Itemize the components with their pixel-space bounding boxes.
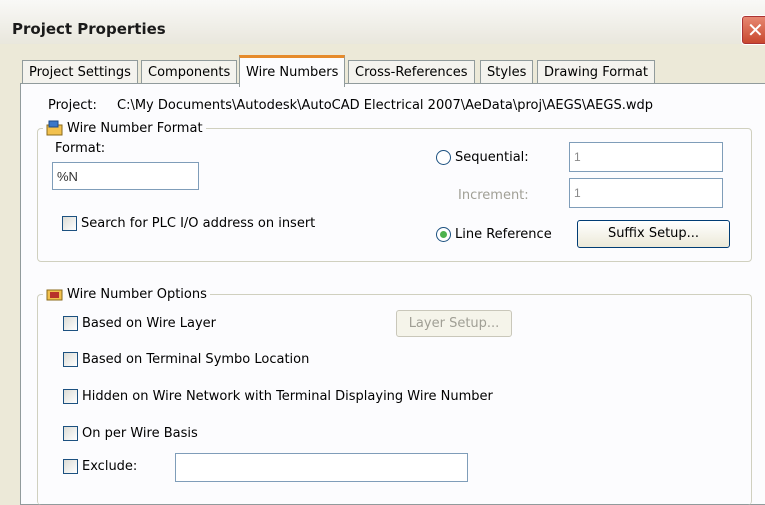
per-wire-label: On per Wire Basis (82, 426, 198, 441)
increment-label: Increment: (458, 188, 529, 203)
hidden-network-label: Hidden on Wire Network with Terminal Dis… (82, 389, 493, 404)
tab-styles[interactable]: Styles (480, 60, 534, 84)
close-icon: ✕ (747, 18, 764, 42)
suffix-setup-button[interactable]: Suffix Setup... (577, 220, 730, 248)
plc-label: Search for PLC I/O address on insert (81, 216, 316, 231)
terminal-location-label: Based on Terminal Symbo Location (82, 352, 310, 367)
per-wire-option[interactable]: On per Wire Basis (63, 426, 198, 441)
project-label: Project: (48, 98, 97, 113)
tab-wire-numbers[interactable]: Wire Numbers (239, 55, 346, 87)
close-button[interactable]: ✕ (741, 15, 765, 45)
wire-options-icon (46, 289, 63, 301)
sequential-option[interactable]: Sequential: (436, 150, 529, 165)
window-title: Project Properties (12, 20, 166, 38)
wire-format-icon (46, 120, 63, 136)
format-input[interactable] (52, 162, 199, 190)
plc-option[interactable]: Search for PLC I/O address on insert (62, 216, 315, 231)
line-reference-option[interactable]: Line Reference (436, 227, 552, 242)
increment-input[interactable] (569, 178, 723, 208)
per-wire-checkbox[interactable] (63, 426, 78, 441)
plc-checkbox[interactable] (62, 216, 77, 231)
hidden-network-option[interactable]: Hidden on Wire Network with Terminal Dis… (63, 389, 493, 404)
tab-panel: Project: C:\My Documents\Autodesk\AutoCA… (20, 83, 765, 505)
exclude-option[interactable]: Exclude: (63, 459, 137, 474)
terminal-location-option[interactable]: Based on Terminal Symbo Location (63, 352, 309, 367)
tab-drawing-format[interactable]: Drawing Format (537, 60, 655, 84)
hidden-network-checkbox[interactable] (63, 389, 78, 404)
terminal-location-checkbox[interactable] (63, 352, 78, 367)
line-reference-radio[interactable] (436, 227, 451, 242)
tab-components[interactable]: Components (141, 60, 238, 84)
tab-project-settings[interactable]: Project Settings (22, 60, 138, 84)
based-on-layer-label: Based on Wire Layer (82, 316, 216, 331)
tab-cross-references[interactable]: Cross-References (348, 60, 475, 84)
exclude-checkbox[interactable] (63, 459, 78, 474)
exclude-input[interactable] (175, 453, 468, 482)
sequential-radio[interactable] (436, 150, 451, 165)
wire-number-options-title: Wire Number Options (67, 286, 207, 302)
based-on-layer-option[interactable]: Based on Wire Layer (63, 316, 216, 331)
title-bar: Project Properties ✕ (0, 0, 765, 45)
wire-number-format-title: Wire Number Format (67, 120, 203, 136)
format-label: Format: (55, 141, 106, 156)
exclude-label: Exclude: (82, 459, 138, 474)
layer-setup-button[interactable]: Layer Setup... (396, 310, 512, 337)
based-on-layer-checkbox[interactable] (63, 316, 78, 331)
sequential-input[interactable] (569, 142, 723, 172)
line-reference-label: Line Reference (455, 227, 552, 242)
sequential-label: Sequential: (455, 150, 529, 165)
project-path: C:\My Documents\Autodesk\AutoCAD Electri… (117, 98, 653, 113)
radio-selected-dot (440, 231, 447, 238)
